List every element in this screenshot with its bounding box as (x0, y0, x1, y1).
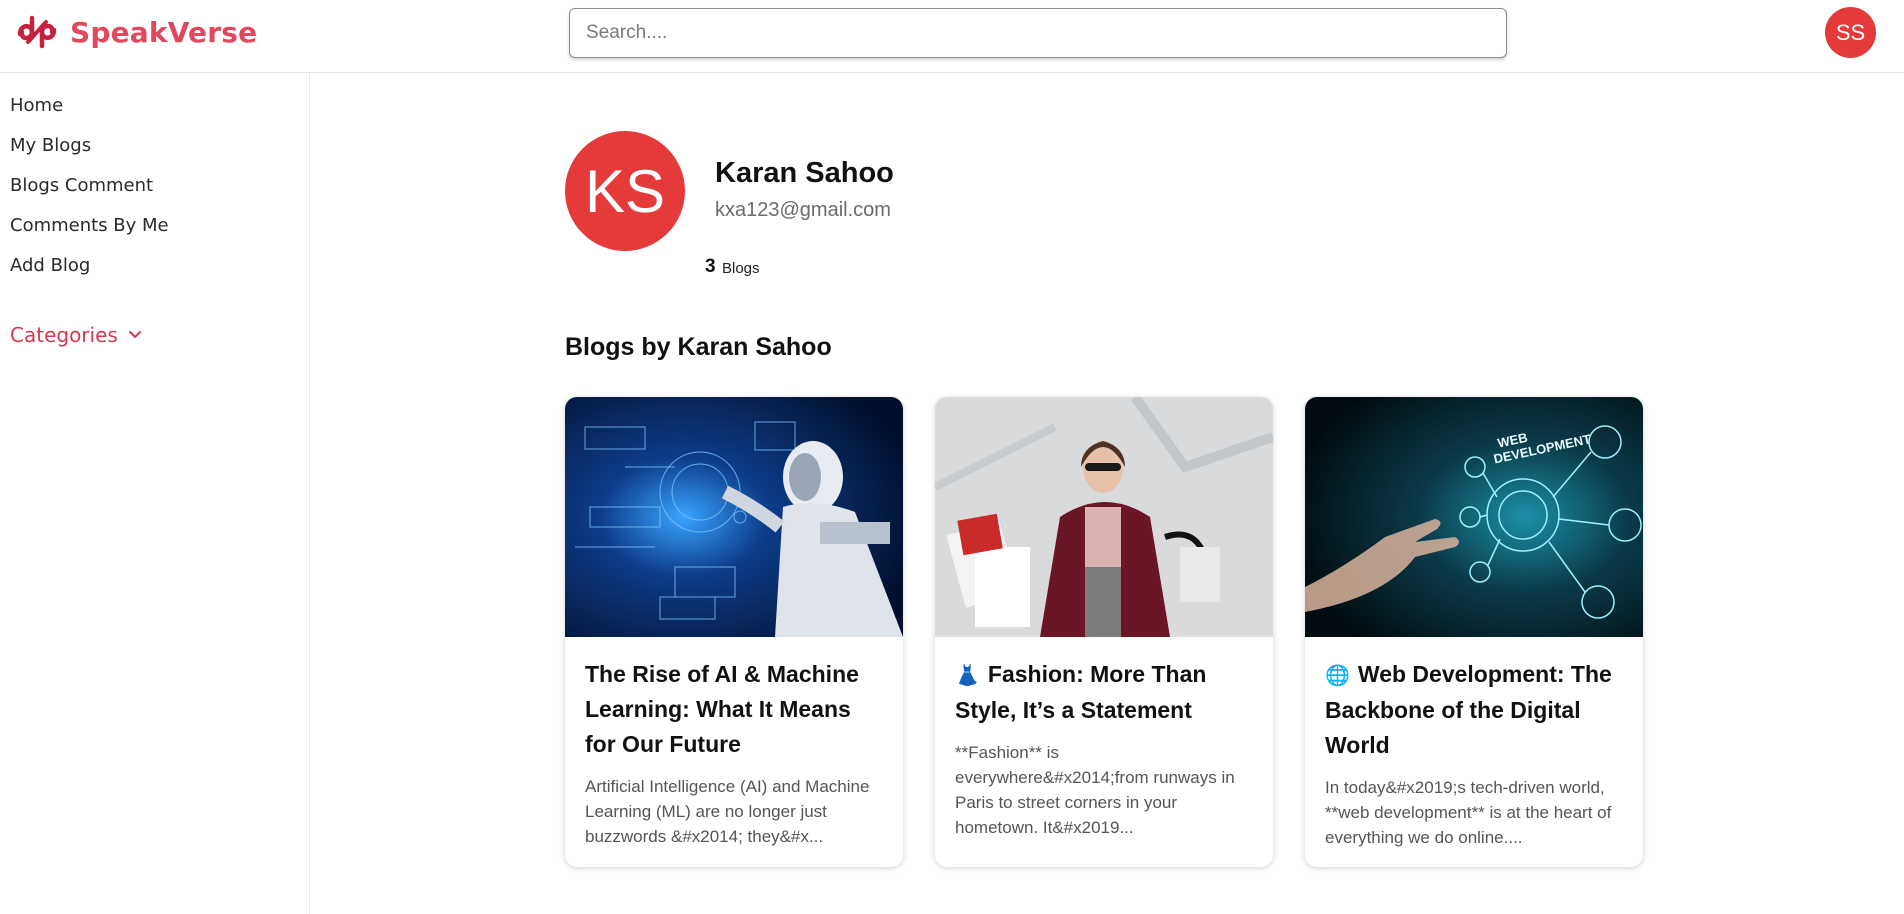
sidebar-nav: Home My Blogs Blogs Comment Comments By … (0, 73, 309, 293)
sidebar: Home My Blogs Blogs Comment Comments By … (0, 73, 310, 914)
blog-card[interactable]: 👗 Fashion: More Than Style, It’s a Statem… (935, 397, 1273, 867)
sidebar-item-home[interactable]: Home (0, 93, 309, 133)
chevron-down-icon (128, 331, 141, 338)
blog-count: 3 (705, 256, 716, 277)
search-input[interactable] (569, 8, 1507, 58)
blog-card[interactable]: WEB DEVELOPMENT 🌐 Web Development: The Ba… (1305, 397, 1643, 867)
blog-count-label: Blogs (722, 260, 760, 277)
brand-logo[interactable]: SpeakVerse (14, 12, 257, 52)
card-title[interactable]: 🌐 Web Development: The Backbone of the Di… (1325, 657, 1623, 763)
dress-icon: 👗 (955, 663, 980, 687)
profile-email: kxa123@gmail.com (715, 199, 891, 221)
sidebar-item-blogs-comment[interactable]: Blogs Comment (0, 173, 309, 213)
card-excerpt: Artificial Intelligence (AI) and Machine… (585, 777, 870, 846)
section-title: Blogs by Karan Sahoo (565, 333, 832, 361)
top-header: SpeakVerse SS (0, 0, 1904, 73)
categories-dropdown[interactable]: Categories (10, 323, 142, 347)
card-title[interactable]: 👗 Fashion: More Than Style, It’s a Statem… (955, 657, 1253, 728)
globe-icon: 🌐 (1325, 663, 1350, 687)
categories-label: Categories (10, 323, 118, 347)
brand-name: SpeakVerse (70, 15, 258, 49)
profile-name: Karan Sahoo (715, 157, 894, 189)
sidebar-item-my-blogs[interactable]: My Blogs (0, 133, 309, 173)
speakverse-logo-icon (17, 15, 57, 49)
sidebar-item-add-blog[interactable]: Add Blog (0, 253, 309, 293)
profile-avatar: KS (565, 131, 685, 251)
card-body: The Rise of AI & Machine Learning: What … (565, 637, 903, 849)
blog-card[interactable]: The Rise of AI & Machine Learning: What … (565, 397, 903, 867)
fashion-woman-image (935, 397, 1273, 637)
card-excerpt: In today&#x2019;s tech-driven world, **w… (1325, 778, 1612, 847)
card-body: 👗 Fashion: More Than Style, It’s a Statem… (935, 637, 1273, 840)
user-avatar[interactable]: SS (1825, 7, 1876, 58)
card-excerpt: **Fashion** is everywhere&#x2014;from ru… (955, 743, 1235, 837)
card-title[interactable]: The Rise of AI & Machine Learning: What … (585, 657, 883, 762)
ai-robot-image (565, 397, 903, 637)
web-development-image: WEB DEVELOPMENT (1305, 397, 1643, 637)
sidebar-item-comments-by-me[interactable]: Comments By Me (0, 213, 309, 253)
card-body: 🌐 Web Development: The Backbone of the Di… (1305, 637, 1643, 850)
